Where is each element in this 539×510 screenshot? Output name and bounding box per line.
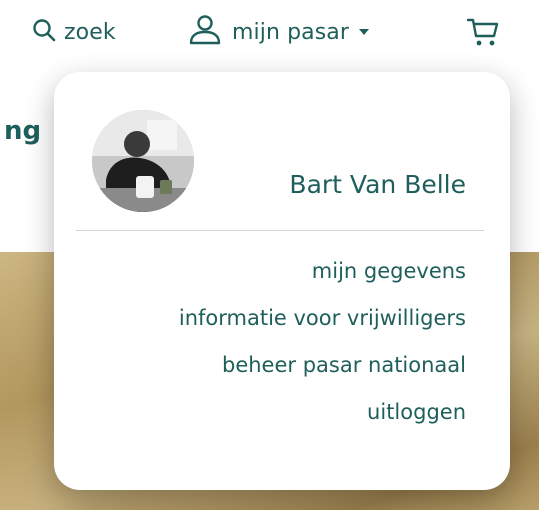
user-icon [188, 15, 222, 49]
caret-down-icon [359, 29, 370, 35]
avatar [92, 110, 194, 212]
account-label: mijn pasar [232, 19, 350, 45]
cart-icon [466, 16, 500, 52]
account-dropdown: Bart Van Belle mijn gegevens informatie … [54, 72, 510, 490]
menu-item-informatie-vrijwilligers[interactable]: informatie voor vrijwilligers [179, 303, 466, 334]
cart-button[interactable] [466, 16, 500, 52]
search-label: zoek [64, 19, 116, 45]
divider [76, 230, 484, 231]
menu-item-beheer-pasar-nationaal[interactable]: beheer pasar nationaal [179, 350, 466, 381]
search-link[interactable]: zoek [32, 14, 116, 50]
search-icon [32, 18, 56, 46]
top-navigation: zoek mijn pasar [0, 0, 539, 70]
menu-item-uitloggen[interactable]: uitloggen [179, 397, 466, 428]
account-menu-toggle[interactable]: mijn pasar [188, 14, 370, 50]
user-name: Bart Van Belle [289, 170, 466, 199]
menu-item-mijn-gegevens[interactable]: mijn gegevens [179, 256, 466, 287]
account-menu: mijn gegevens informatie voor vrijwillig… [179, 256, 466, 444]
